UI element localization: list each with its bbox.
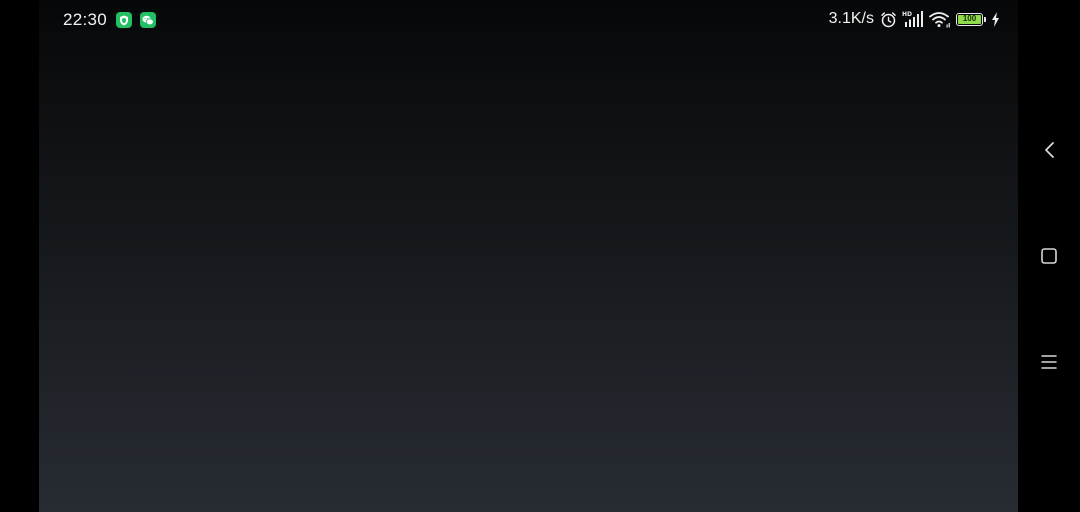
svg-text:HD: HD: [902, 11, 912, 18]
battery-level: 100: [962, 14, 977, 23]
shield-app-icon: [116, 12, 133, 28]
hd-signal-icon: HD: [902, 10, 924, 28]
navigation-bar: [1018, 0, 1080, 512]
alarm-icon: [880, 11, 897, 28]
battery-icon: 100: [956, 12, 986, 26]
home-button[interactable]: [1037, 244, 1061, 268]
battery-body: 100: [956, 12, 983, 26]
status-time: 22:30: [63, 10, 108, 29]
menu-lines-icon: [1041, 355, 1057, 369]
recents-button[interactable]: [1037, 350, 1061, 374]
status-bar: 22:30 3.1K/s HD 100: [39, 0, 1018, 40]
battery-fill: 100: [958, 14, 981, 24]
square-icon: [1041, 248, 1057, 264]
chevron-left-icon: [1045, 142, 1054, 158]
status-bar-left: 22:30: [63, 10, 157, 30]
battery-tip: [984, 16, 986, 22]
status-bar-right: 3.1K/s HD 100: [829, 10, 1000, 28]
wifi-icon: [929, 11, 951, 28]
network-speed: 3.1K/s: [828, 10, 874, 27]
back-button[interactable]: [1037, 138, 1061, 162]
wechat-icon: [140, 12, 157, 28]
app-content-area: [39, 0, 1018, 512]
charging-icon: [991, 11, 1000, 27]
phone-screen: 22:30 3.1K/s HD 100: [0, 0, 1080, 512]
